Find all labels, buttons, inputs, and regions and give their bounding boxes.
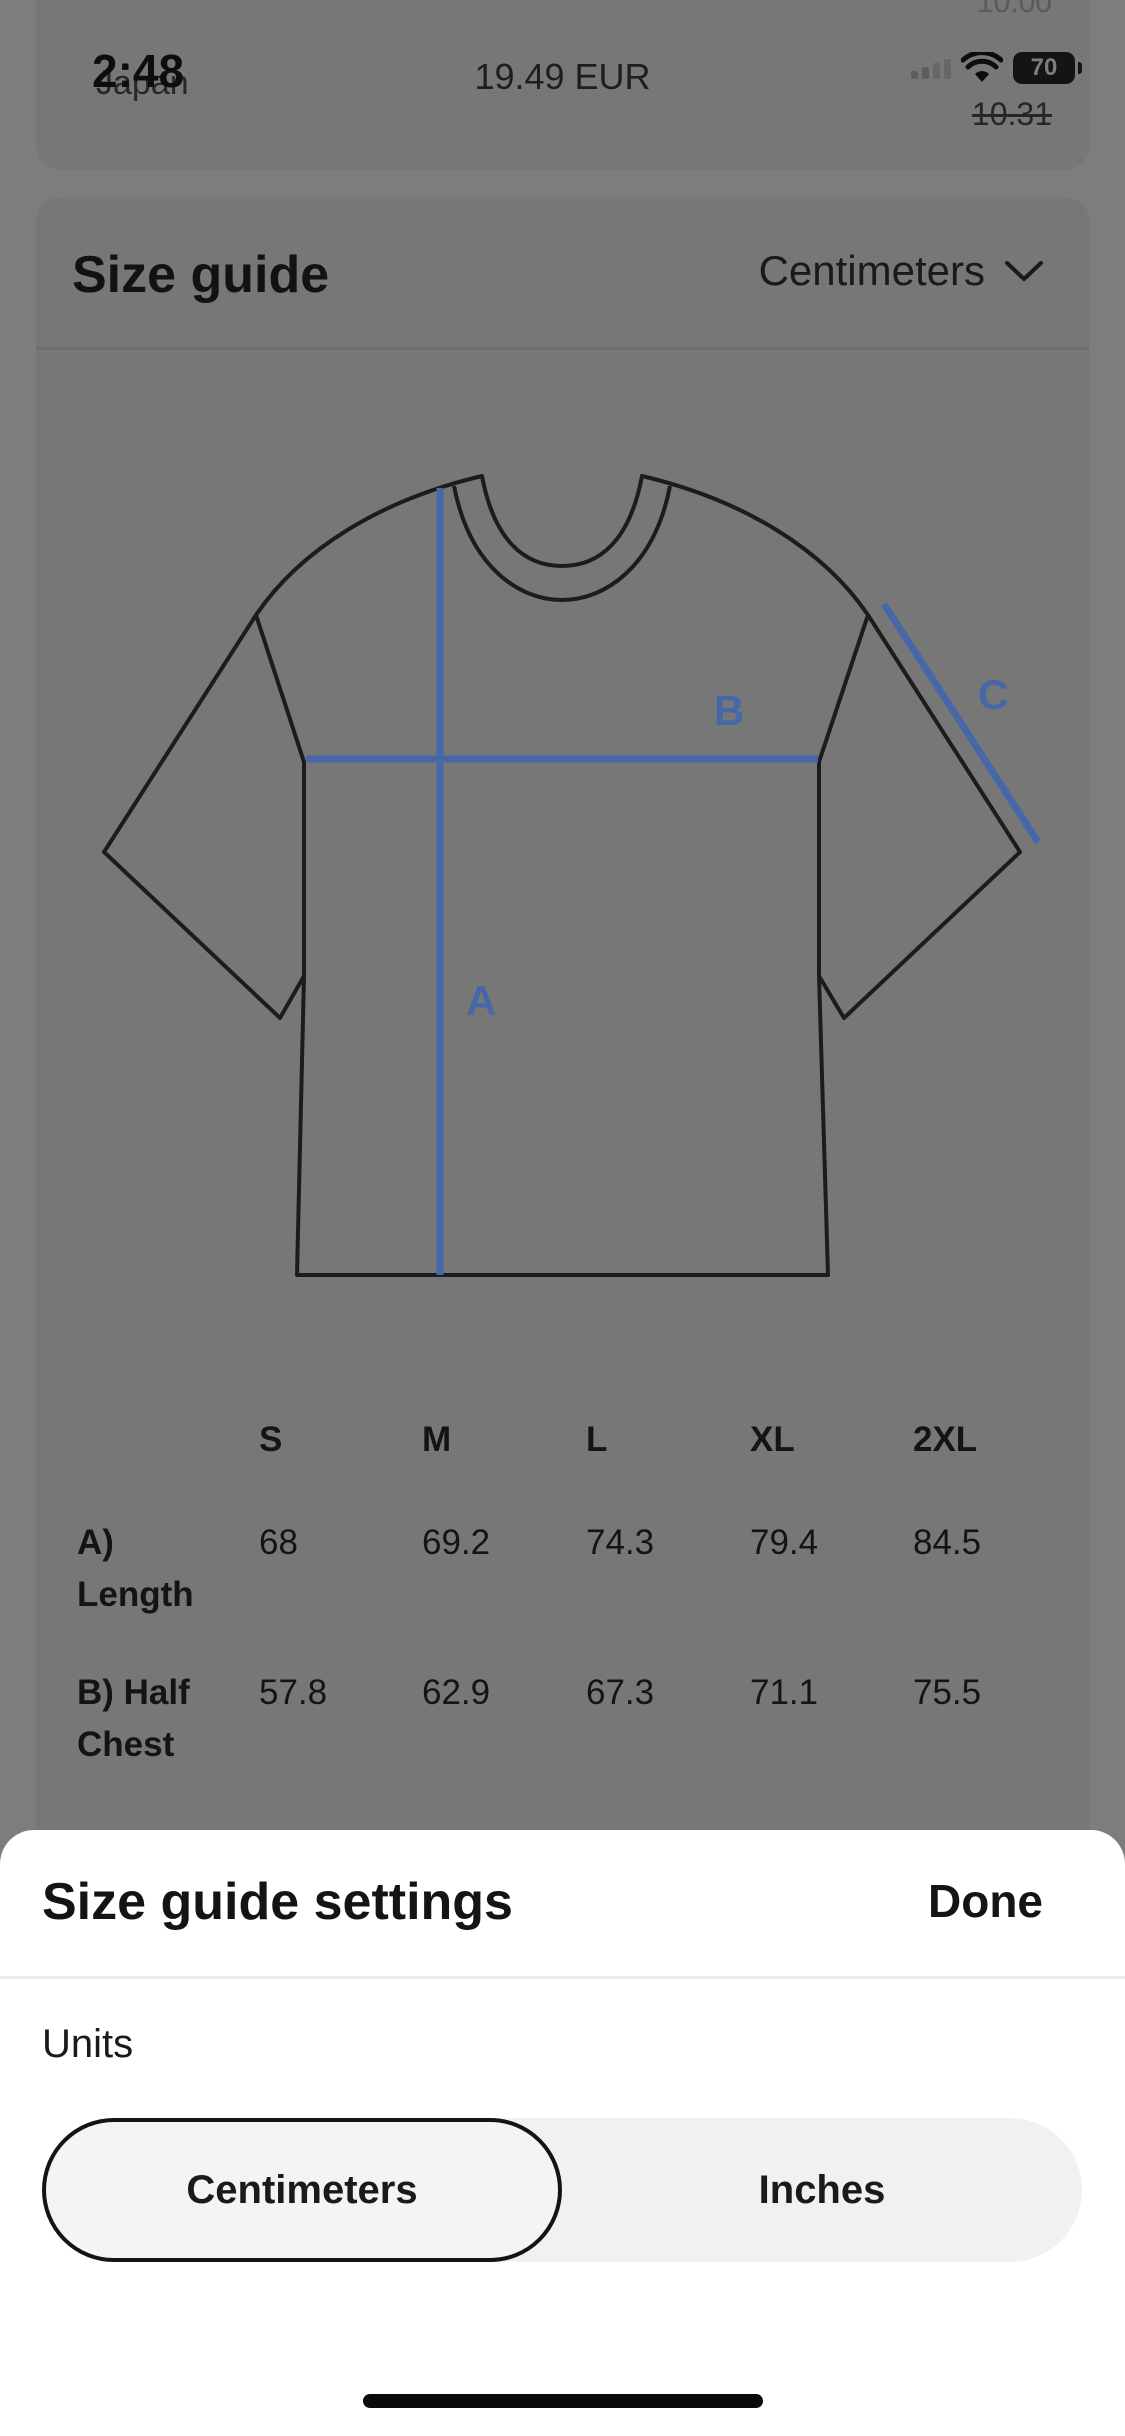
divider [0,1976,1125,1979]
label-a: A [466,977,496,1024]
row-label-line: B) Half [77,1673,190,1712]
table-cell: 62.9 [422,1673,491,1712]
done-button[interactable]: Done [928,1874,1043,1928]
column-header-l: L [586,1420,608,1459]
table-cell: 57.8 [259,1673,328,1712]
inches-option[interactable]: Inches [562,2118,1082,2262]
table-cell: 68 [259,1523,298,1562]
column-header-m: M [422,1420,452,1459]
table-cell: 84.5 [913,1523,982,1562]
label-b: B [714,687,744,734]
table-cell: 71.1 [750,1673,819,1712]
row-label-line: A) [77,1523,114,1562]
row-label-length: A) Length [77,1517,227,1621]
collar-outline [452,485,672,602]
row-label-line: Length [77,1575,194,1614]
measure-line-c [881,602,1041,844]
column-header-s: S [259,1420,283,1459]
table-cell: 69.2 [422,1523,491,1562]
column-header-2xl: 2XL [913,1420,978,1459]
shirt-outline [102,474,1022,1277]
row-label-half-chest: B) Half Chest [77,1667,227,1771]
armhole-right [817,614,870,976]
table-cell: 74.3 [586,1523,655,1562]
table-cell: 75.5 [913,1673,982,1712]
table-cell: 67.3 [586,1673,655,1712]
units-label: Units [42,2022,134,2066]
label-c: C [978,671,1008,718]
centimeters-option[interactable]: Centimeters [42,2118,562,2262]
units-segmented-control: Centimeters Inches [42,2118,1082,2262]
home-indicator [363,2394,763,2408]
row-label-line: Chest [77,1725,175,1764]
settings-bottom-sheet: Size guide settings Done Units Centimete… [0,1830,1125,2436]
sheet-title: Size guide settings [42,1873,513,1931]
column-header-xl: XL [750,1420,795,1459]
table-cell: 79.4 [750,1523,819,1562]
armhole-left [254,614,306,976]
tshirt-diagram: A B C [102,474,1041,1277]
